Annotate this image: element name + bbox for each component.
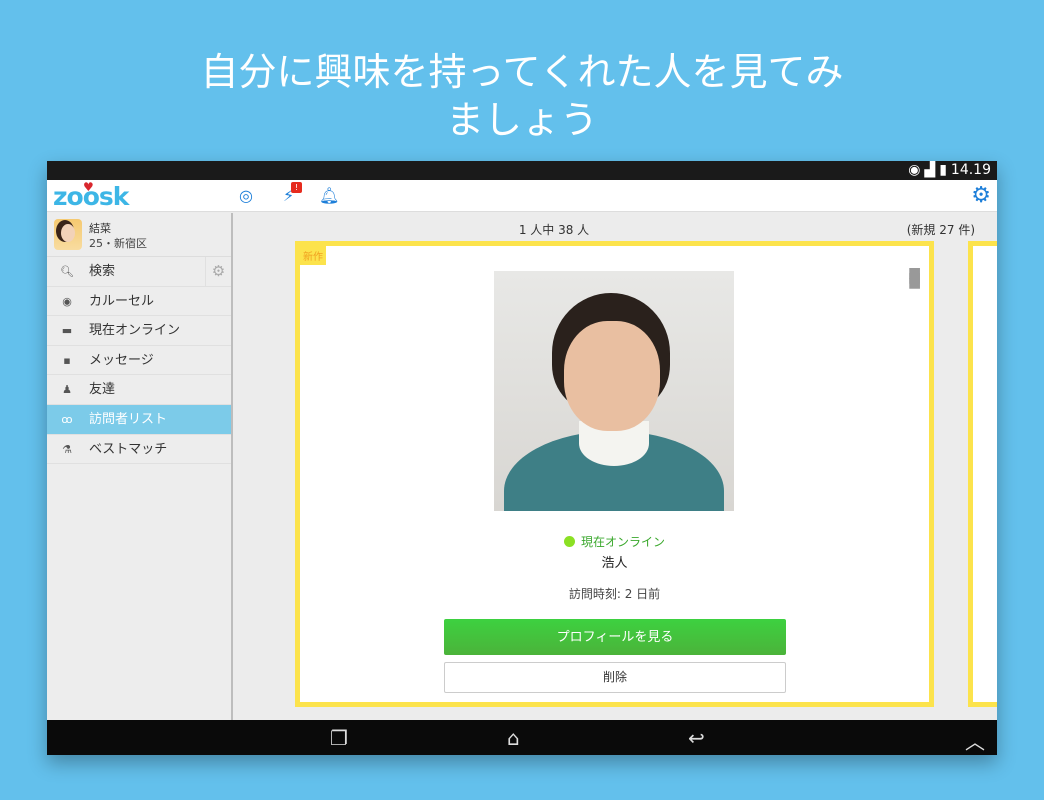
sidebar-item-search[interactable]: 🔍︎ 検索 ⚙ <box>47 257 231 287</box>
more-options-icon[interactable]: ■ ■ ■ <box>908 266 921 290</box>
visitors-main: 1 人中 38 人 (新規 27 件) 新作 ■ ■ ■ 現在オンライン 浩人 訪問… <box>235 213 997 720</box>
profile-details: 25・新宿区 <box>89 237 147 250</box>
sidebar-item-label: カルーセル <box>89 293 155 309</box>
visitor-card: 新作 ■ ■ ■ 現在オンライン 浩人 訪問時刻: 2 日前 プロフィールを見る 削… <box>295 241 934 707</box>
status-bar: ◉ ▟ ▮ 14.19 <box>47 161 997 180</box>
carousel-icon: ◉ <box>62 294 72 308</box>
app-header: zoosk ♥ ◎ ⚡ ! 🔔︎ ⚙ <box>47 180 997 212</box>
online-status: 現在オンライン <box>300 533 929 550</box>
signal-icon: ▟ <box>924 162 936 178</box>
sidebar-item-label: 訪問者リスト <box>89 411 168 427</box>
new-count: (新規 27 件) <box>906 223 975 237</box>
bell-icon[interactable]: 🔔︎ <box>319 186 339 205</box>
sidebar-item-messages[interactable]: ▪ メッセージ <box>47 346 231 376</box>
delete-button[interactable]: 削除 <box>444 662 786 693</box>
home-icon[interactable]: ⌂ <box>507 726 520 750</box>
new-tag: 新作 <box>300 246 326 265</box>
visitor-name: 浩人 <box>601 556 628 571</box>
search-settings-gear-icon[interactable]: ⚙ <box>205 257 231 286</box>
visitor-photo[interactable] <box>494 271 734 511</box>
headline-line-2: ましょう <box>445 98 598 142</box>
online-icon: ▬ <box>61 324 73 338</box>
settings-gear-icon[interactable]: ⚙ <box>971 183 991 208</box>
sidebar-item-label: 友達 <box>89 382 116 398</box>
message-icon: ▪ <box>63 353 71 367</box>
battery-icon: ▮ <box>939 162 947 178</box>
coins-icon[interactable]: ◎ <box>239 186 253 205</box>
online-dot-icon <box>563 536 575 547</box>
sidebar-item-best-match[interactable]: ⚗ ベストマッチ <box>47 435 231 465</box>
clock: 14.19 <box>950 162 991 178</box>
android-nav-bar: ❐ ⌂ ↩ ︿ <box>47 720 997 755</box>
flask-icon: ⚗ <box>62 442 72 456</box>
sidebar-item-label: メッセージ <box>89 352 154 368</box>
friends-icon: ♟ <box>62 383 72 397</box>
visitor-count: 1 人中 38 人 <box>518 223 590 237</box>
view-profile-button[interactable]: プロフィールを見る <box>444 619 786 655</box>
avatar <box>54 219 82 250</box>
glasses-icon: ꝏ <box>61 412 73 426</box>
user-profile[interactable]: 結菜 25・新宿区 <box>47 213 231 257</box>
back-icon[interactable]: ↩ <box>688 726 705 750</box>
sidebar-item-visitors[interactable]: ꝏ 訪問者リスト <box>47 404 231 435</box>
notification-badge: ! <box>291 182 302 193</box>
chevron-up-icon[interactable]: ︿ <box>965 726 985 755</box>
sidebar-item-carousel[interactable]: ◉ カルーセル <box>47 287 231 317</box>
sidebar-item-label: 検索 <box>89 264 116 279</box>
wifi-icon: ◉ <box>908 162 921 178</box>
headline-line-1: 自分に興味を持ってくれた人を見てみ <box>200 50 844 94</box>
sidebar-item-label: ベストマッチ <box>89 441 168 457</box>
profile-name: 結菜 <box>89 222 111 235</box>
headline: 自分に興味を持ってくれた人を見てみ ましょう <box>0 48 1044 144</box>
zoosk-logo[interactable]: zoosk ♥ <box>53 180 129 211</box>
visit-time: 訪問時刻: 2 日前 <box>568 587 661 601</box>
recent-apps-icon[interactable]: ❐ <box>330 726 348 750</box>
search-icon: 🔍︎ <box>60 265 74 278</box>
next-visitor-card[interactable] <box>968 241 997 707</box>
app-window: ◉ ▟ ▮ 14.19 zoosk ♥ ◎ ⚡ ! 🔔︎ ⚙ 結菜 25・新宿区 🔍︎ 検… <box>47 161 997 755</box>
sidebar-item-online[interactable]: ▬ 現在オンライン <box>47 316 231 346</box>
heart-icon: ♥ <box>83 180 94 194</box>
sidebar: 結菜 25・新宿区 🔍︎ 検索 ⚙ ◉ カルーセル ▬ 現在オンライン ▪ メッセージ ♟… <box>47 213 233 720</box>
sidebar-item-label: 現在オンライン <box>89 323 181 339</box>
sidebar-item-friends[interactable]: ♟ 友達 <box>47 375 231 405</box>
